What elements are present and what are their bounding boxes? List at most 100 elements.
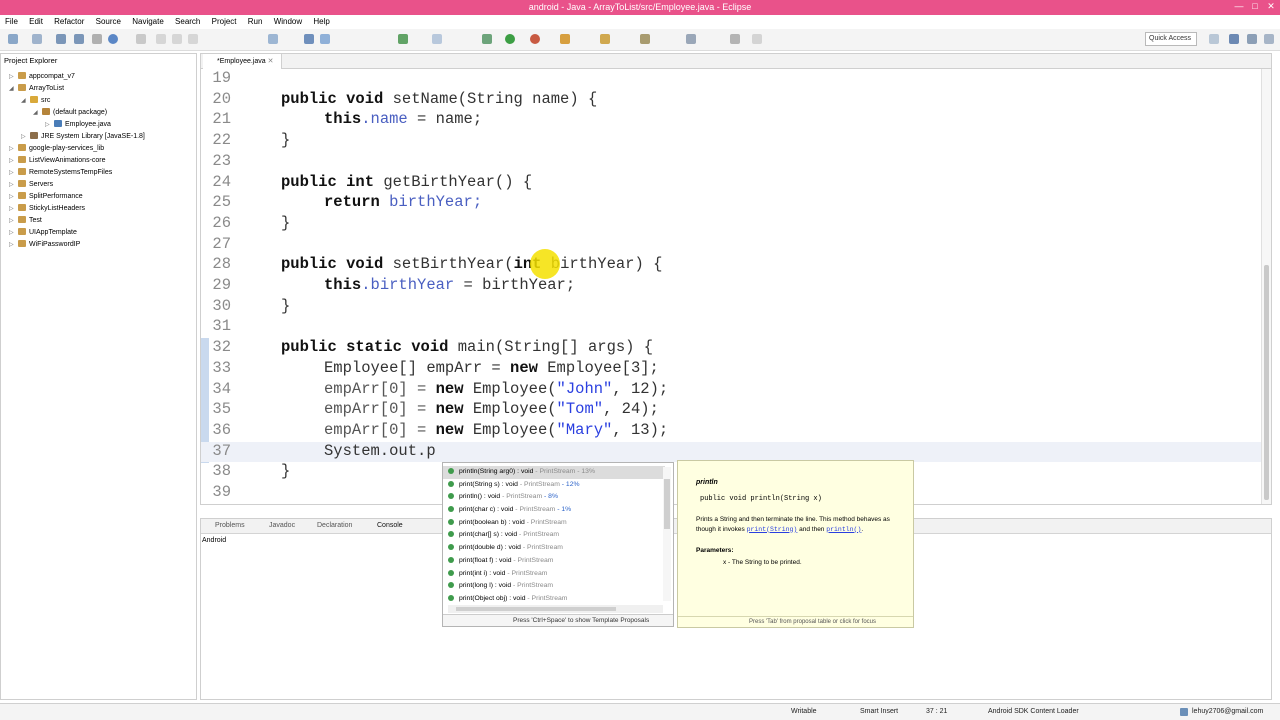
tree-item-jre[interactable]: ▷ JRE System Library [JavaSE-1.8]	[1, 131, 197, 143]
menu-run[interactable]: Run	[243, 15, 267, 26]
tab-declaration[interactable]: Declaration	[317, 522, 352, 529]
highlight-icon[interactable]	[304, 34, 314, 44]
expand-icon[interactable]: ▷	[9, 155, 18, 167]
proposal-item[interactable]: println() : void - PrintStream - 8%	[443, 491, 665, 504]
task-icon[interactable]	[432, 34, 442, 44]
java-perspective-icon[interactable]	[1229, 34, 1239, 44]
scrollbar-thumb[interactable]	[1264, 265, 1269, 500]
scrollbar-thumb[interactable]	[456, 607, 616, 611]
expand-icon[interactable]: ▷	[9, 179, 18, 191]
menu-help[interactable]: Help	[308, 15, 333, 26]
expand-icon[interactable]: ▷	[9, 239, 18, 251]
proposal-item[interactable]: print(float f) : void - PrintStream	[443, 555, 665, 568]
javadoc-popup[interactable]: println public void println(String x) Pr…	[677, 460, 914, 628]
search-icon[interactable]	[640, 34, 650, 44]
toggle-mark-icon[interactable]	[320, 34, 330, 44]
menu-source[interactable]: Source	[91, 15, 125, 26]
expand-icon[interactable]: ▷	[45, 119, 54, 131]
step-icon[interactable]	[268, 34, 278, 44]
tree-item-remotesystems[interactable]: ▷ RemoteSystemsTempFiles	[1, 167, 197, 179]
status-user[interactable]: lehuy2706@gmail.com	[1192, 708, 1263, 715]
collapse-icon[interactable]: ◢	[9, 83, 18, 95]
scrollbar-thumb[interactable]	[664, 479, 670, 529]
expand-icon[interactable]: ▷	[9, 203, 18, 215]
editor-tab-employee[interactable]: *Employee.java ✕	[203, 54, 283, 69]
bug-icon[interactable]	[482, 34, 492, 44]
proposal-horizontal-scrollbar[interactable]	[448, 605, 663, 613]
next-annotation-icon[interactable]	[686, 34, 696, 44]
expand-icon[interactable]: ▷	[9, 215, 18, 227]
quick-access-field[interactable]: Quick Access	[1145, 32, 1197, 46]
run-icon[interactable]	[505, 34, 515, 44]
suspend-icon[interactable]	[172, 34, 182, 44]
proposal-item[interactable]: print(char[] s) : void - PrintStream	[443, 529, 665, 542]
menu-edit[interactable]: Edit	[24, 15, 47, 26]
proposal-item[interactable]: print(int i) : void - PrintStream	[443, 568, 665, 581]
proposal-item[interactable]: print(double d) : void - PrintStream	[443, 542, 665, 555]
external-tools-icon[interactable]	[530, 34, 540, 44]
expand-icon[interactable]: ▷	[9, 191, 18, 203]
expand-icon[interactable]: ▷	[9, 71, 18, 83]
collapse-icon[interactable]: ◢	[21, 95, 30, 107]
tab-console[interactable]: Console	[377, 522, 403, 529]
open-type-icon[interactable]	[600, 34, 610, 44]
expand-icon[interactable]: ▷	[9, 143, 18, 155]
menu-refactor[interactable]: Refactor	[49, 15, 88, 26]
save-all-icon[interactable]	[74, 34, 84, 44]
proposal-vertical-scrollbar[interactable]	[663, 467, 671, 601]
expand-icon[interactable]: ▷	[9, 167, 18, 179]
menu-search[interactable]: Search	[170, 15, 204, 26]
proposal-item[interactable]: print(char c) : void - PrintStream - 1%	[443, 504, 665, 517]
tree-item-src[interactable]: ◢ src	[1, 95, 197, 107]
back-icon[interactable]	[730, 34, 740, 44]
open-perspective-icon[interactable]	[1209, 34, 1219, 44]
close-tab-icon[interactable]: ✕	[268, 58, 274, 65]
menu-file[interactable]: File	[0, 15, 22, 26]
forward-icon[interactable]	[752, 34, 762, 44]
tree-item-gps-lib[interactable]: ▷ google-play-services_lib	[1, 143, 197, 155]
tree-item-test[interactable]: ▷ Test	[1, 215, 197, 227]
proposal-item[interactable]: println(String arg0) : void - PrintStrea…	[443, 466, 665, 479]
tree-item-splitperformance[interactable]: ▷ SplitPerformance	[1, 191, 197, 203]
tree-item-listviewanimations[interactable]: ▷ ListViewAnimations-core	[1, 155, 197, 167]
tree-item-servers[interactable]: ▷ Servers	[1, 179, 197, 191]
save-icon[interactable]	[56, 34, 66, 44]
new-class-icon[interactable]	[560, 34, 570, 44]
project-explorer-tab[interactable]: Project Explorer	[4, 56, 57, 65]
tree-item-uiapptemplate[interactable]: ▷ UIAppTemplate	[1, 227, 197, 239]
code-editor[interactable]: *Employee.java ✕ 19 20 public void setNam…	[200, 53, 1272, 505]
proposal-item[interactable]: print(boolean b) : void - PrintStream	[443, 517, 665, 530]
close-icon[interactable]: ✕	[1262, 1, 1280, 12]
expand-icon[interactable]: ▷	[9, 227, 18, 239]
debug-icon[interactable]	[108, 34, 118, 44]
menu-project[interactable]: Project	[207, 15, 241, 26]
editor-vertical-scrollbar[interactable]	[1261, 69, 1271, 504]
tab-javadoc[interactable]: Javadoc	[269, 522, 295, 529]
tree-item-employee-java[interactable]: ▷ Employee.java	[1, 119, 197, 131]
tree-item-stickylistheaders[interactable]: ▷ StickyListHeaders	[1, 203, 197, 215]
open-icon[interactable]	[32, 34, 42, 44]
print-icon[interactable]	[92, 34, 102, 44]
expand-icon[interactable]: ▷	[21, 131, 30, 143]
menu-navigate[interactable]: Navigate	[127, 15, 168, 26]
javadoc-link-println[interactable]: println()	[826, 526, 861, 533]
proposal-item[interactable]: print(Object obj) : void - PrintStream	[443, 593, 665, 606]
ddms-perspective-icon[interactable]	[1264, 34, 1274, 44]
new-icon[interactable]	[8, 34, 18, 44]
proposal-item[interactable]: print(String s) : void - PrintStream - 1…	[443, 479, 665, 492]
resume-icon[interactable]	[156, 34, 166, 44]
tree-item-appcompat[interactable]: ▷ appcompat_v7	[1, 71, 197, 83]
javadoc-link-print[interactable]: print(String)	[747, 526, 798, 533]
tree-item-default-package[interactable]: ◢ (default package)	[1, 107, 197, 119]
tree-item-arraytolist[interactable]: ◢ ArrayToList	[1, 83, 197, 95]
collapse-icon[interactable]: ◢	[33, 107, 42, 119]
proposal-item[interactable]: print(long l) : void - PrintStream	[443, 580, 665, 593]
content-assist-proposals[interactable]: println(String arg0) : void - PrintStrea…	[442, 462, 674, 627]
tab-problems[interactable]: Problems	[215, 522, 245, 529]
debug-perspective-icon[interactable]	[1247, 34, 1257, 44]
tree-item-wifipasswordip[interactable]: ▷ WiFiPasswordIP	[1, 239, 197, 251]
terminate-icon[interactable]	[188, 34, 198, 44]
skip-icon[interactable]	[136, 34, 146, 44]
menu-window[interactable]: Window	[269, 15, 306, 26]
android-sdk-icon[interactable]	[398, 34, 408, 44]
